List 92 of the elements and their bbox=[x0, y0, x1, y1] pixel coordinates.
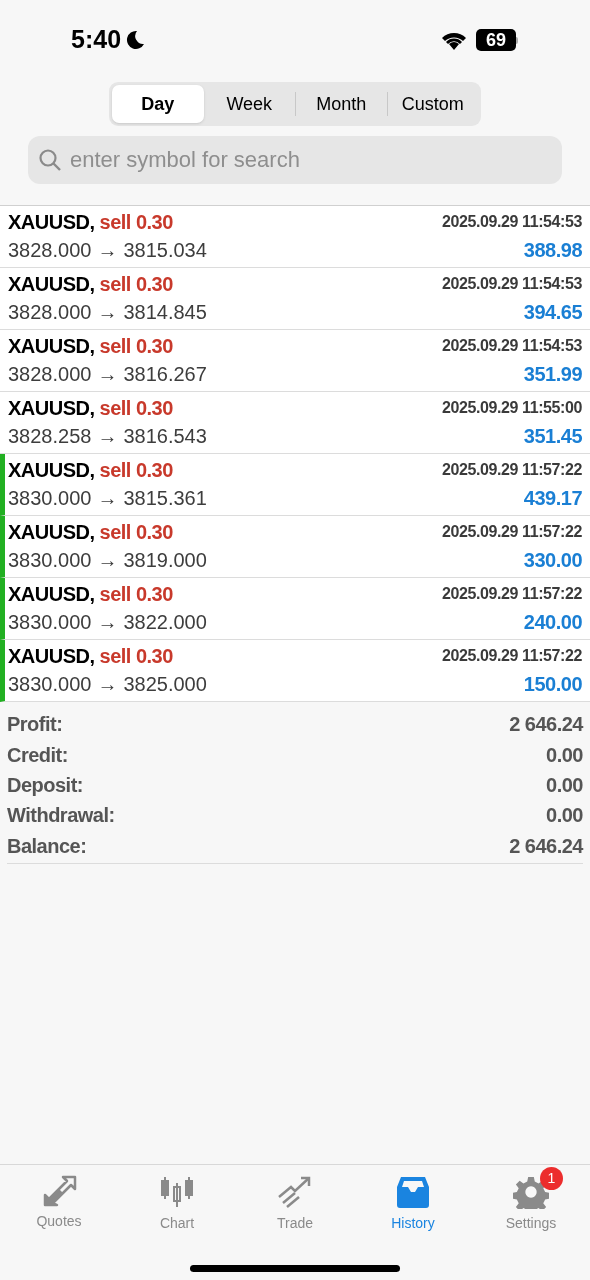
moon-icon bbox=[125, 30, 146, 50]
deal-profit: 388.98 bbox=[523, 237, 582, 263]
notification-badge: 1 bbox=[540, 1167, 563, 1190]
deal-time: 2025.09.29 11:54:53 bbox=[441, 211, 582, 232]
summary-value: 0.00 bbox=[546, 742, 583, 768]
deal-time: 2025.09.29 11:57:22 bbox=[441, 645, 582, 666]
deal-profit: 351.45 bbox=[523, 423, 582, 449]
arrow-glyph: → bbox=[97, 547, 118, 573]
deal-row[interactable]: XAUUSD, sell 0.30 2025.09.29 11:54:53 3828.000 → 3815.034 388.98 bbox=[0, 206, 590, 268]
battery-level: 69 bbox=[476, 29, 516, 51]
period-tab[interactable]: Month bbox=[296, 85, 387, 123]
open-price: 3830.000 bbox=[8, 671, 92, 697]
close-price: 3816.267 bbox=[123, 361, 207, 387]
summary-label: Withdrawal: bbox=[7, 803, 115, 829]
clock: 5:40 bbox=[71, 24, 122, 56]
summary-label: Balance: bbox=[7, 833, 87, 859]
inbox-tray-icon bbox=[395, 1175, 431, 1209]
deal-symbol: XAUUSD, bbox=[8, 519, 95, 545]
deal-symbol: XAUUSD, bbox=[8, 643, 95, 669]
double-arrow-icon bbox=[41, 1175, 77, 1207]
deal-time: 2025.09.29 11:57:22 bbox=[441, 459, 582, 480]
deal-symbol: XAUUSD, bbox=[8, 457, 95, 483]
open-price: 3828.000 bbox=[8, 237, 92, 263]
open-price: 3828.000 bbox=[8, 361, 92, 387]
open-price: 3830.000 bbox=[8, 485, 92, 511]
deal-profit: 150.00 bbox=[523, 671, 582, 697]
deal-time: 2025.09.29 11:54:53 bbox=[441, 335, 582, 356]
period-tab[interactable]: Custom bbox=[387, 85, 478, 123]
close-price: 3822.000 bbox=[123, 609, 207, 635]
deal-row[interactable]: XAUUSD, sell 0.30 2025.09.29 11:54:53 3828.000 → 3816.267 351.99 bbox=[0, 330, 590, 392]
period-tab[interactable]: Week bbox=[203, 85, 295, 123]
candlestick-icon bbox=[159, 1175, 195, 1209]
tab-bar-item[interactable]: 1 Settings bbox=[472, 1165, 590, 1234]
close-price: 3816.543 bbox=[123, 423, 207, 449]
deal-row[interactable]: XAUUSD, sell 0.30 2025.09.29 11:57:22 3830.000 → 3815.361 439.17 bbox=[0, 454, 590, 516]
deal-time: 2025.09.29 11:57:22 bbox=[441, 521, 582, 542]
close-price: 3819.000 bbox=[123, 547, 207, 573]
deal-row[interactable]: XAUUSD, sell 0.30 2025.09.29 11:57:22 3830.000 → 3819.000 330.00 bbox=[0, 516, 590, 578]
arrow-glyph: → bbox=[97, 609, 118, 635]
deal-row[interactable]: XAUUSD, sell 0.30 2025.09.29 11:57:22 3830.000 → 3825.000 150.00 bbox=[0, 640, 590, 702]
arrow-glyph: → bbox=[97, 361, 118, 387]
deal-symbol: XAUUSD, bbox=[8, 209, 95, 235]
deal-profit: 240.00 bbox=[523, 609, 582, 635]
deal-profit: 330.00 bbox=[523, 547, 582, 573]
close-price: 3814.845 bbox=[123, 299, 207, 325]
deal-side: sell 0.30 bbox=[99, 271, 173, 297]
settings-icon bbox=[513, 1175, 549, 1209]
deal-side: sell 0.30 bbox=[99, 581, 173, 607]
arrow-glyph: → bbox=[97, 299, 118, 325]
close-price: 3815.361 bbox=[123, 485, 207, 511]
deal-side: sell 0.30 bbox=[99, 519, 173, 545]
open-price: 3828.000 bbox=[8, 299, 92, 325]
search-icon bbox=[38, 148, 62, 172]
wifi-icon bbox=[440, 30, 468, 50]
deal-row[interactable]: XAUUSD, sell 0.30 2025.09.29 11:57:22 3830.000 → 3822.000 240.00 bbox=[0, 578, 590, 640]
deal-side: sell 0.30 bbox=[99, 209, 173, 235]
deal-symbol: XAUUSD, bbox=[8, 271, 95, 297]
tab-bar-item[interactable]: History bbox=[354, 1165, 472, 1234]
deal-side: sell 0.30 bbox=[99, 457, 173, 483]
deal-time: 2025.09.29 11:54:53 bbox=[441, 273, 582, 294]
summary-label: Profit: bbox=[7, 712, 63, 738]
summary-value: 2 646.24 bbox=[509, 833, 583, 859]
deal-side: sell 0.30 bbox=[99, 643, 173, 669]
summary-value: 2 646.24 bbox=[509, 712, 583, 738]
summary-label: Deposit: bbox=[7, 772, 83, 798]
arrow-glyph: → bbox=[97, 237, 118, 263]
deal-side: sell 0.30 bbox=[99, 333, 173, 359]
deal-time: 2025.09.29 11:55:00 bbox=[441, 397, 582, 418]
period-tab[interactable]: Day bbox=[112, 85, 204, 123]
close-price: 3825.000 bbox=[123, 671, 207, 697]
deal-side: sell 0.30 bbox=[99, 395, 173, 421]
deal-symbol: XAUUSD, bbox=[8, 581, 95, 607]
summary-value: 0.00 bbox=[546, 772, 583, 798]
deal-symbol: XAUUSD, bbox=[8, 333, 95, 359]
deal-row[interactable]: XAUUSD, sell 0.30 2025.09.29 11:55:00 3828.258 → 3816.543 351.45 bbox=[0, 392, 590, 454]
deal-profit: 394.65 bbox=[523, 299, 582, 325]
deal-profit: 351.99 bbox=[523, 361, 582, 387]
close-price: 3815.034 bbox=[123, 237, 207, 263]
deal-symbol: XAUUSD, bbox=[8, 395, 95, 421]
deal-profit: 439.17 bbox=[523, 485, 582, 511]
arrow-glyph: → bbox=[97, 485, 118, 511]
deal-time: 2025.09.29 11:57:22 bbox=[441, 583, 582, 604]
search-field[interactable]: enter symbol for search bbox=[28, 136, 562, 184]
open-price: 3828.258 bbox=[8, 423, 92, 449]
open-price: 3830.000 bbox=[8, 609, 92, 635]
open-price: 3830.000 bbox=[8, 547, 92, 573]
summary-value: 0.00 bbox=[546, 803, 583, 829]
trend-arrow-icon bbox=[277, 1175, 313, 1209]
arrow-glyph: → bbox=[97, 671, 118, 697]
deal-row[interactable]: XAUUSD, sell 0.30 2025.09.29 11:54:53 3828.000 → 3814.845 394.65 bbox=[0, 268, 590, 330]
summary-label: Credit: bbox=[7, 742, 68, 768]
arrow-glyph: → bbox=[97, 423, 118, 449]
